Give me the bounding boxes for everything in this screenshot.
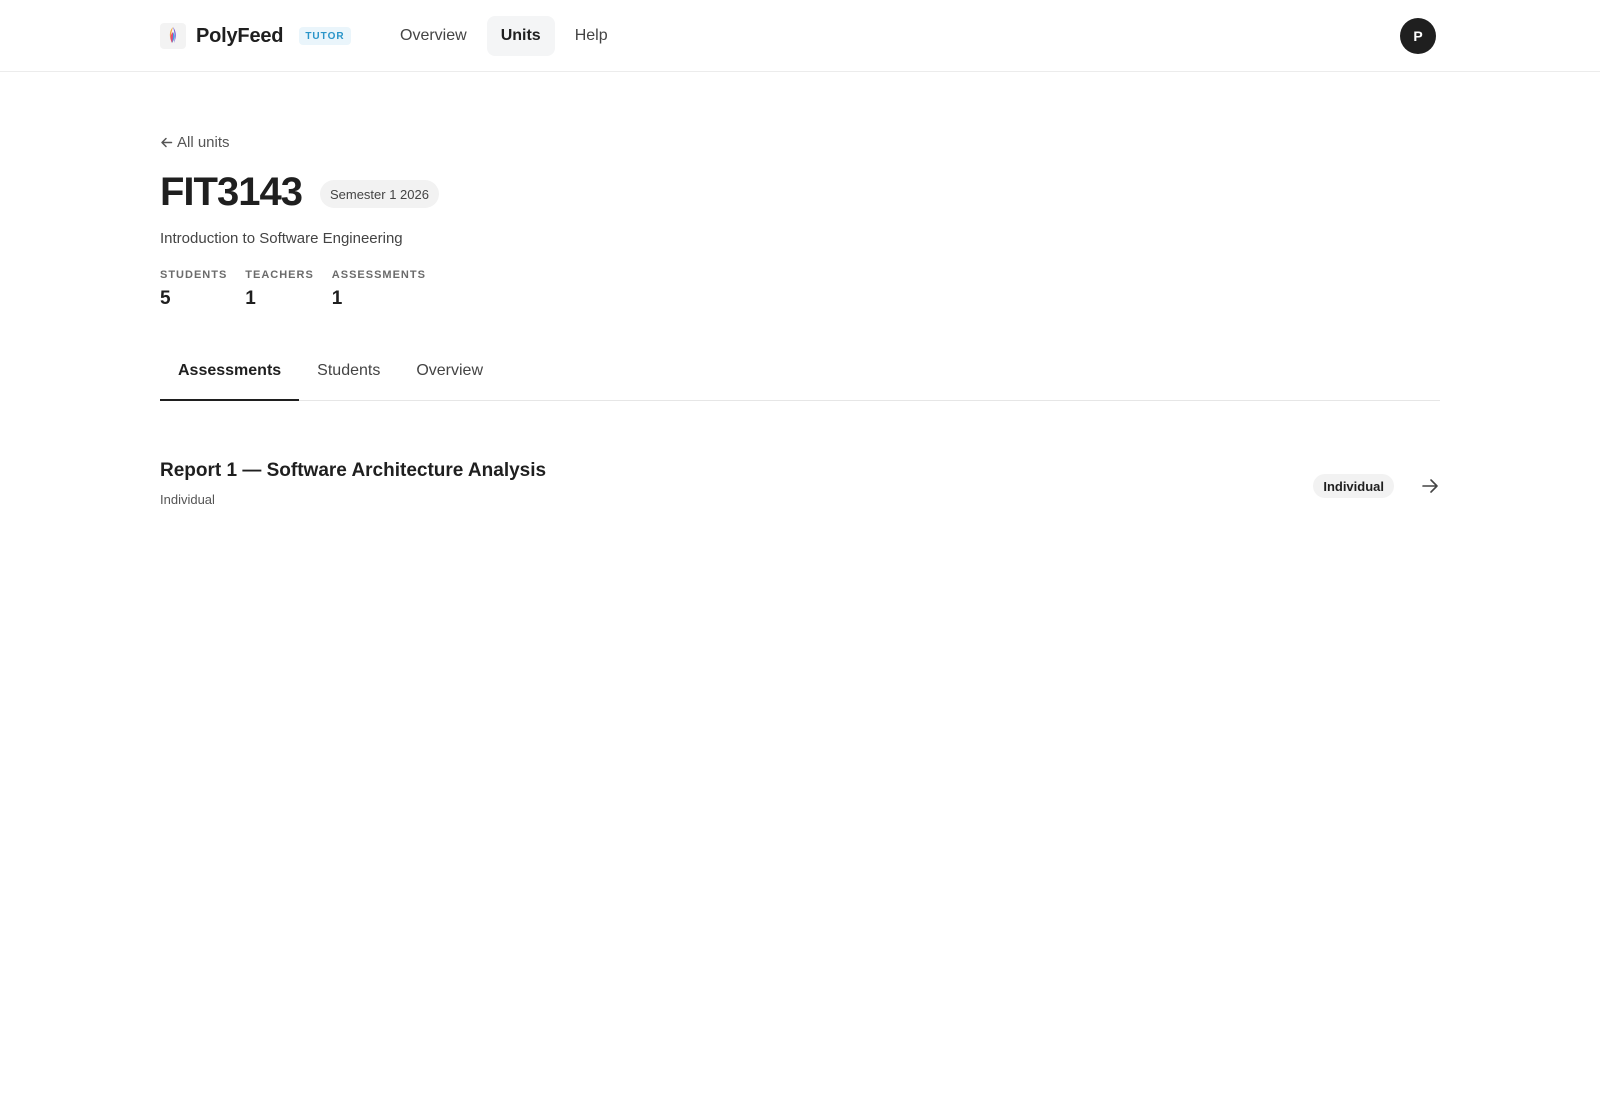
- stat-teachers: TEACHERS 1: [245, 268, 314, 310]
- tab-overview[interactable]: Overview: [398, 346, 501, 395]
- stat-assessments: ASSESSMENTS 1: [332, 268, 426, 310]
- nav-item-overview[interactable]: Overview: [386, 16, 481, 56]
- unit-name: Introduction to Software Engineering: [160, 230, 403, 247]
- semester-badge: Semester 1 2026: [319, 180, 439, 208]
- brand[interactable]: PolyFeed TUTOR: [160, 22, 351, 50]
- unit-code-title: FIT3143: [160, 170, 303, 214]
- stat-students: STUDENTS 5: [160, 268, 227, 310]
- unit-stats: STUDENTS 5 TEACHERS 1 ASSESSMENTS 1: [160, 268, 444, 310]
- arrow-right-icon[interactable]: [1420, 476, 1440, 496]
- stat-label: ASSESSMENTS: [331, 269, 426, 281]
- stat-value: 1: [245, 288, 256, 309]
- app-name: PolyFeed: [196, 24, 284, 47]
- top-navigation-bar: PolyFeed TUTOR Overview Units Help P: [0, 0, 1600, 72]
- polyfeed-logo-icon: [160, 23, 186, 49]
- back-to-all-units-link[interactable]: All units: [160, 134, 230, 151]
- main-nav: Overview Units Help: [386, 16, 628, 56]
- assessment-row[interactable]: Report 1 — Software Architecture Analysi…: [160, 456, 1440, 512]
- stat-value: 5: [160, 288, 171, 309]
- tab-assessments[interactable]: Assessments: [160, 346, 300, 401]
- stat-value: 1: [331, 288, 343, 309]
- back-link-label: All units: [177, 134, 230, 151]
- arrow-left-icon: [160, 136, 173, 149]
- stat-label: TEACHERS: [245, 269, 314, 281]
- unit-tabs: Assessments Students Overview: [160, 352, 1440, 401]
- user-avatar[interactable]: P: [1400, 18, 1436, 54]
- nav-item-units[interactable]: Units: [486, 16, 555, 56]
- assessment-subtitle: Individual: [160, 492, 215, 507]
- assessment-type-badge: Individual: [1313, 474, 1394, 498]
- tab-students[interactable]: Students: [299, 346, 398, 395]
- role-badge: TUTOR: [299, 27, 351, 45]
- nav-item-help[interactable]: Help: [561, 16, 622, 56]
- assessment-title: Report 1 — Software Architecture Analysi…: [160, 460, 547, 481]
- stat-label: STUDENTS: [160, 269, 228, 281]
- unit-title-row: FIT3143 Semester 1 2026: [160, 168, 439, 216]
